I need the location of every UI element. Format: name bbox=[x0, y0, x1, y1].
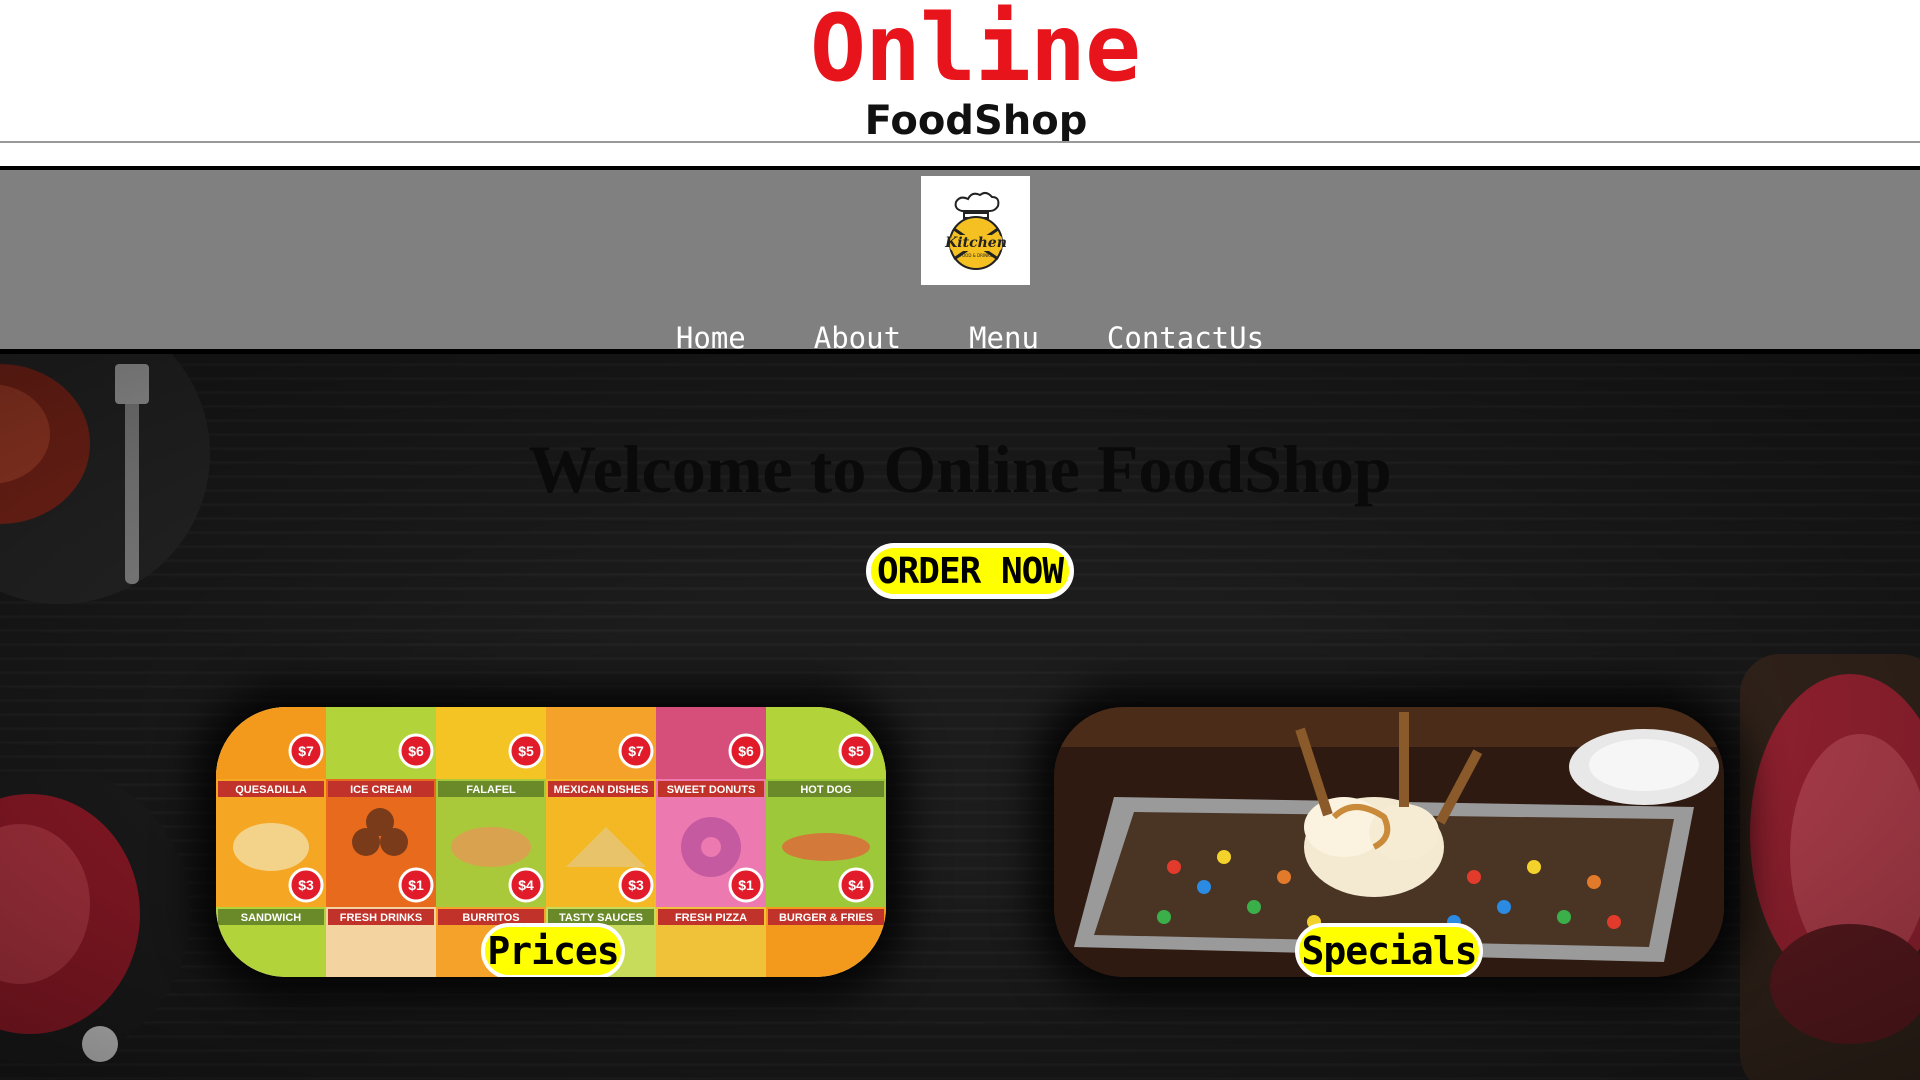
kitchen-chef-logo-icon: Kitchen FOOD & DRINKS bbox=[944, 191, 1007, 270]
specials-button[interactable]: Specials bbox=[1295, 923, 1483, 977]
svg-text:$5: $5 bbox=[848, 743, 864, 759]
brand-title-foodshop: FoodShop bbox=[864, 98, 1088, 144]
specials-card[interactable]: Specials bbox=[1054, 707, 1724, 977]
svg-text:FRESH PIZZA: FRESH PIZZA bbox=[675, 912, 747, 924]
svg-text:MEXICAN DISHES: MEXICAN DISHES bbox=[554, 784, 649, 796]
prices-card[interactable]: $3 $1 $4 $3 $1 $4 $7 $6 $5 $7 $6 $5 QUES… bbox=[216, 707, 886, 977]
svg-text:SANDWICH: SANDWICH bbox=[241, 912, 302, 924]
kitchen-logo[interactable]: Kitchen FOOD & DRINKS bbox=[921, 176, 1030, 285]
svg-text:FOOD & DRINKS: FOOD & DRINKS bbox=[959, 253, 992, 258]
svg-text:$7: $7 bbox=[298, 743, 314, 759]
site-header: Online FoodShop bbox=[0, 0, 1920, 166]
nav-link-contactus[interactable]: ContactUs bbox=[1107, 322, 1264, 354]
svg-text:Kitchen: Kitchen bbox=[944, 235, 1007, 251]
svg-text:$1: $1 bbox=[738, 877, 754, 893]
nav-link-menu[interactable]: Menu bbox=[969, 322, 1039, 354]
svg-text:$7: $7 bbox=[628, 743, 644, 759]
svg-text:SWEET DONUTS: SWEET DONUTS bbox=[667, 784, 756, 796]
svg-text:BURGER & FRIES: BURGER & FRIES bbox=[779, 912, 873, 924]
svg-text:$4: $4 bbox=[518, 877, 534, 893]
prices-button[interactable]: Prices bbox=[481, 923, 625, 977]
svg-text:FRESH DRINKS: FRESH DRINKS bbox=[340, 912, 423, 924]
hero-title: Welcome to Online FoodShop bbox=[528, 431, 1392, 507]
order-now-button[interactable]: ORDER NOW bbox=[866, 543, 1074, 599]
svg-text:$3: $3 bbox=[628, 877, 644, 893]
svg-text:$4: $4 bbox=[848, 877, 864, 893]
nav-link-home[interactable]: Home bbox=[676, 322, 746, 354]
svg-text:$6: $6 bbox=[408, 743, 424, 759]
nav-links: Home About Menu ContactUs bbox=[0, 322, 1920, 354]
hero-section: Welcome to Online FoodShop ORDER NOW $3 … bbox=[0, 354, 1920, 1080]
svg-text:$1: $1 bbox=[408, 877, 424, 893]
brand-title-online: Online bbox=[810, 0, 1141, 102]
svg-text:HOT DOG: HOT DOG bbox=[800, 784, 851, 796]
header-divider bbox=[0, 141, 1920, 143]
svg-text:$5: $5 bbox=[518, 743, 534, 759]
navbar: Kitchen FOOD & DRINKS Home About Menu Co… bbox=[0, 166, 1920, 354]
svg-text:QUESADILLA: QUESADILLA bbox=[235, 784, 307, 796]
svg-text:FALAFEL: FALAFEL bbox=[466, 784, 516, 796]
svg-text:ICE CREAM: ICE CREAM bbox=[350, 784, 412, 796]
svg-text:$3: $3 bbox=[298, 877, 314, 893]
svg-text:$6: $6 bbox=[738, 743, 754, 759]
nav-link-about[interactable]: About bbox=[814, 322, 901, 354]
